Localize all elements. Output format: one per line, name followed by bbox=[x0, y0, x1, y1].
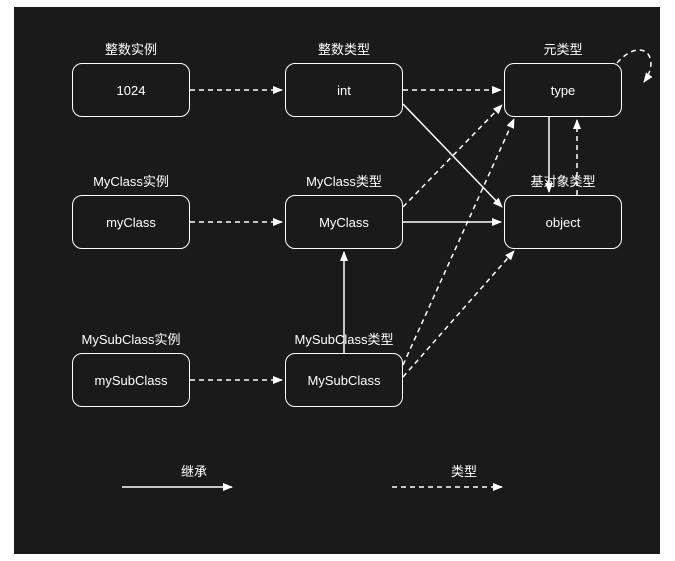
label-text: MyClass实例 bbox=[93, 174, 169, 189]
label-text: 类型 bbox=[451, 464, 477, 479]
label-meta-type: 元类型 bbox=[508, 39, 618, 58]
node-text: mySubClass bbox=[95, 373, 168, 388]
legend-typeof-label: 类型 bbox=[424, 461, 504, 480]
label-text: 元类型 bbox=[543, 42, 582, 57]
label-mysubclass-instance: MySubClass实例 bbox=[66, 329, 196, 348]
label-mysubclass-type: MySubClass类型 bbox=[279, 329, 409, 348]
label-text: 基对象类型 bbox=[530, 174, 595, 189]
label-int-type: 整数类型 bbox=[289, 39, 399, 58]
edge-int-object bbox=[403, 104, 502, 207]
node-mysubclass-instance: mySubClass bbox=[72, 353, 190, 407]
node-text: MySubClass bbox=[308, 373, 381, 388]
node-text: object bbox=[546, 215, 581, 230]
node-text: MyClass bbox=[319, 215, 369, 230]
label-text: 整数类型 bbox=[318, 42, 370, 57]
node-myclass-instance: myClass bbox=[72, 195, 190, 249]
label-int-instance: 整数实例 bbox=[76, 39, 186, 58]
node-int-instance: 1024 bbox=[72, 63, 190, 117]
legend-inherit-label: 继承 bbox=[154, 461, 234, 480]
label-text: MySubClass类型 bbox=[295, 332, 394, 347]
edge-MySubClass-object bbox=[403, 251, 514, 377]
node-int-type: int bbox=[285, 63, 403, 117]
node-text: 1024 bbox=[117, 83, 146, 98]
label-object-type: 基对象类型 bbox=[508, 171, 618, 190]
node-mysubclass-type: MySubClass bbox=[285, 353, 403, 407]
label-text: MyClass类型 bbox=[306, 174, 382, 189]
node-text: type bbox=[551, 83, 576, 98]
node-text: myClass bbox=[106, 215, 156, 230]
label-text: 继承 bbox=[181, 464, 207, 479]
label-myclass-instance: MyClass实例 bbox=[76, 171, 186, 190]
label-myclass-type: MyClass类型 bbox=[289, 171, 399, 190]
label-text: MySubClass实例 bbox=[82, 332, 181, 347]
edge-MyClass-type bbox=[403, 105, 502, 207]
node-meta-type: type bbox=[504, 63, 622, 117]
label-text: 整数实例 bbox=[105, 42, 157, 57]
node-text: int bbox=[337, 83, 351, 98]
diagram-canvas: 整数实例 整数类型 元类型 1024 int type MyClass实例 My… bbox=[14, 7, 660, 554]
node-object-type: object bbox=[504, 195, 622, 249]
edge-type-self bbox=[617, 50, 651, 82]
edge-MySubClass-type bbox=[403, 119, 514, 365]
node-myclass-type: MyClass bbox=[285, 195, 403, 249]
